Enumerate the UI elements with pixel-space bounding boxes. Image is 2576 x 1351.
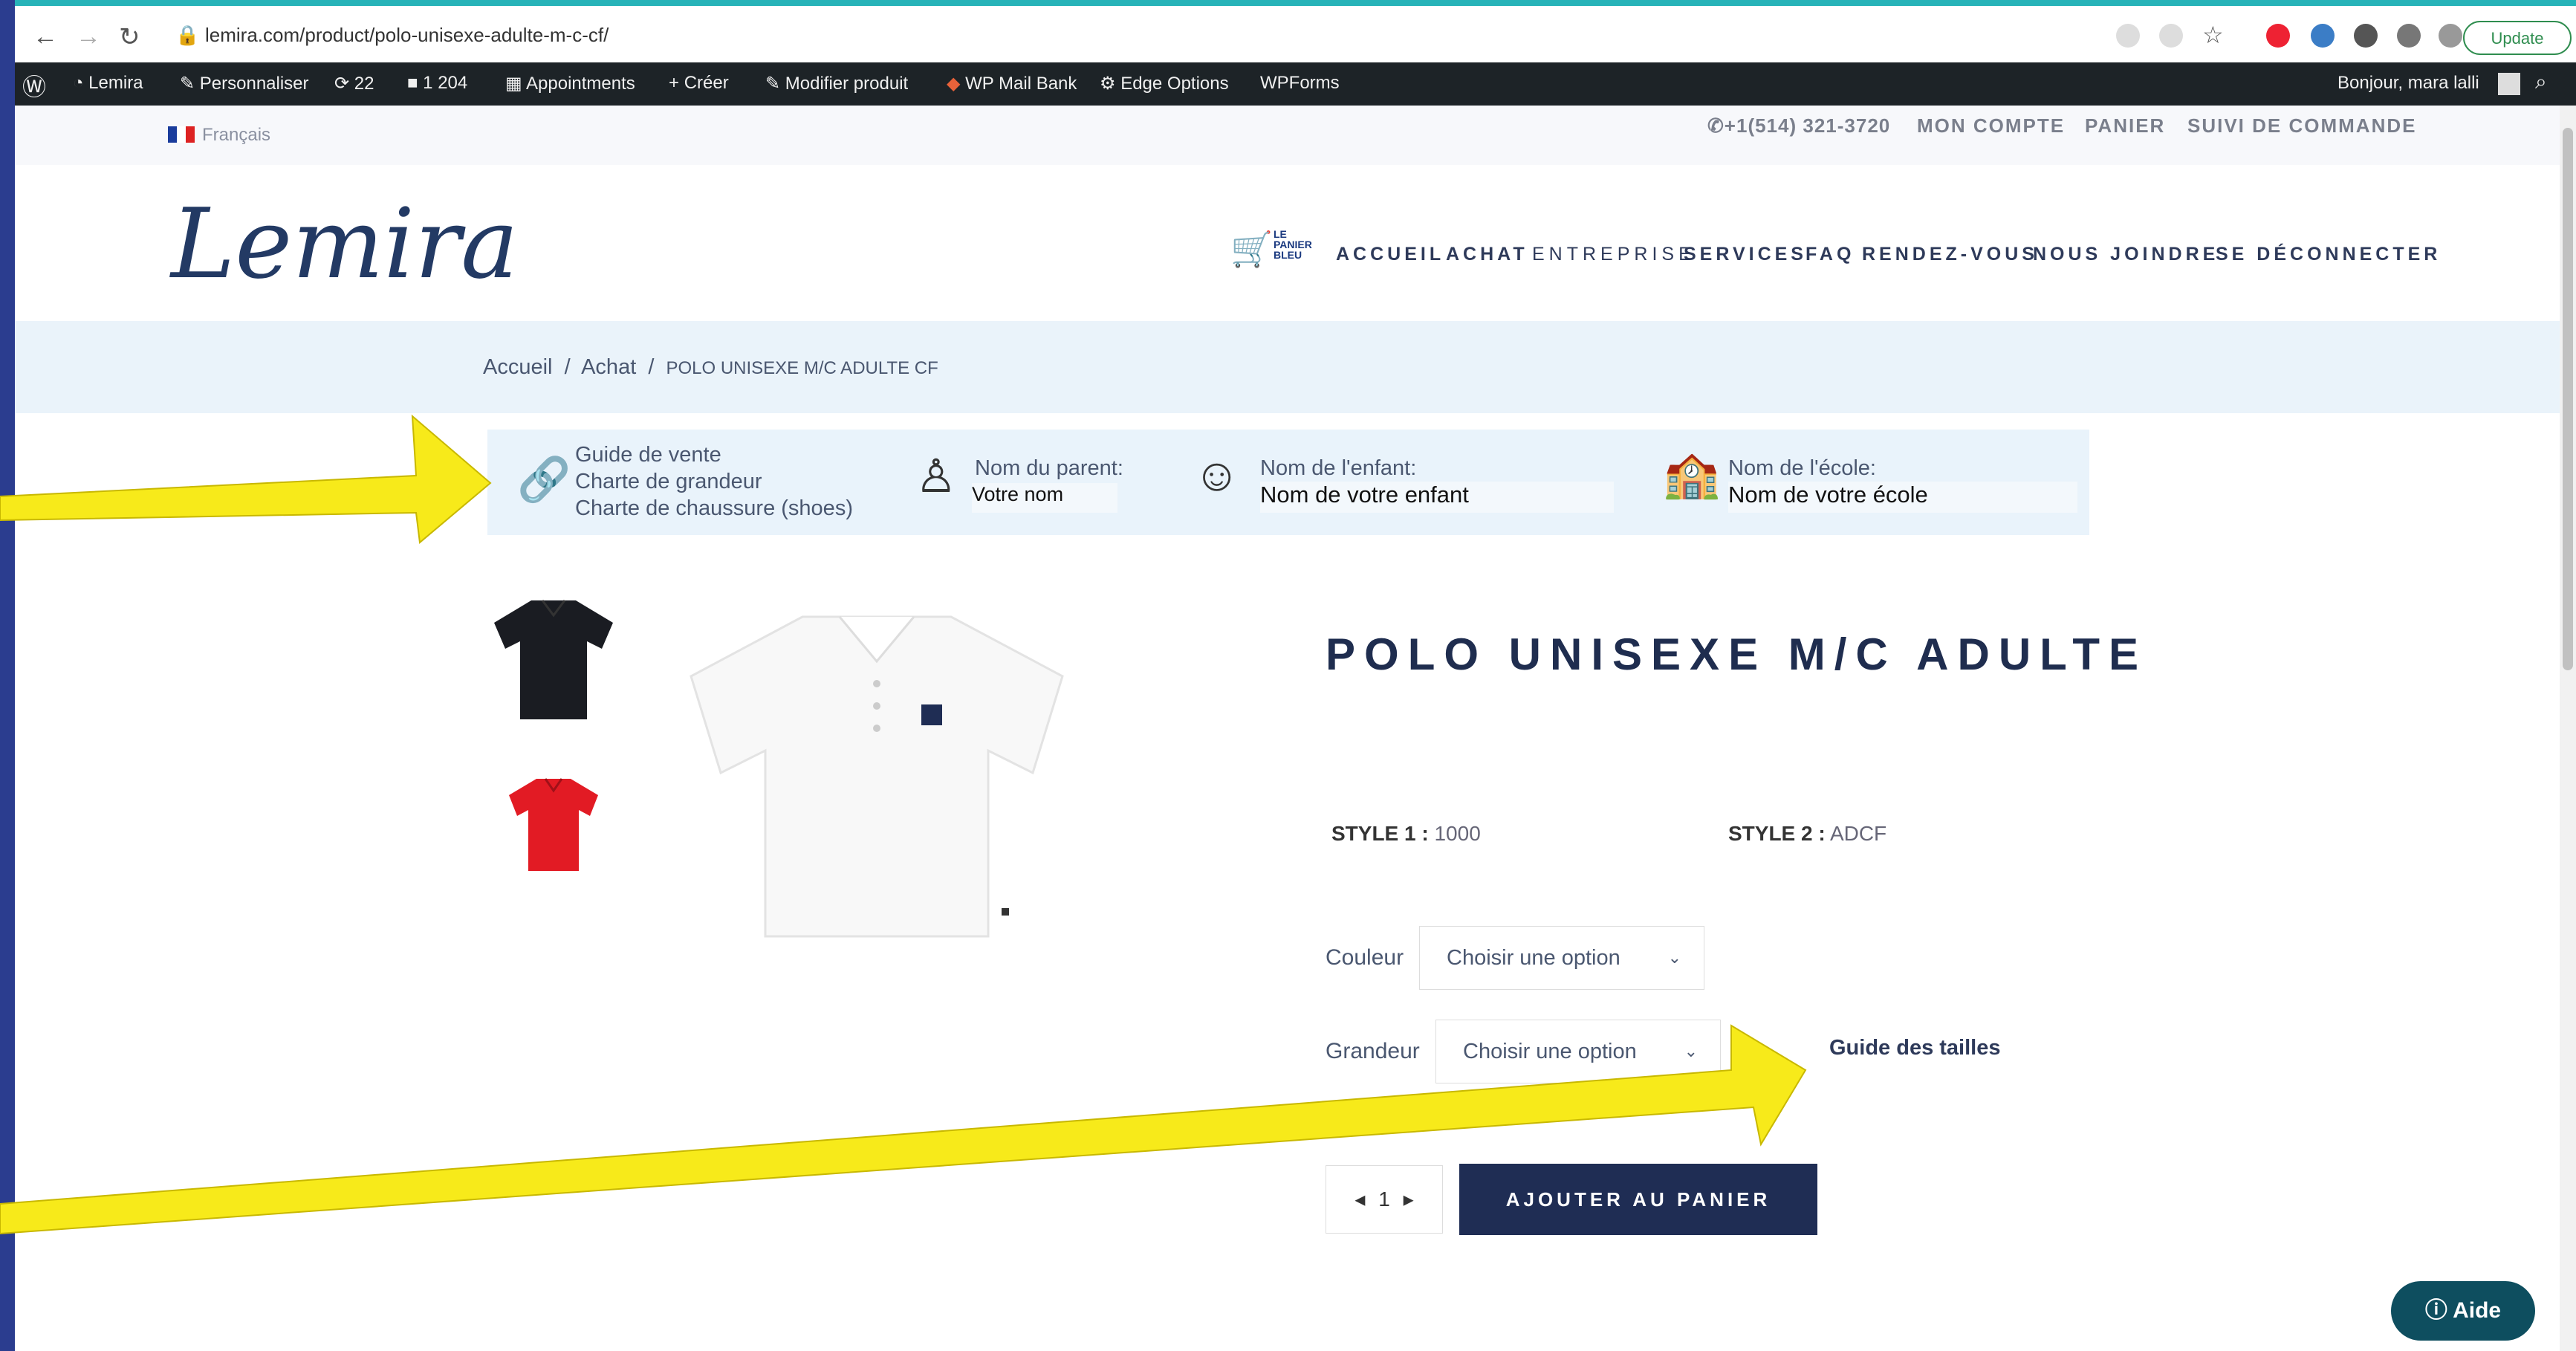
annotation-arrow-bottom [0,1024,1807,1235]
annotation-arrows [0,414,1807,1235]
annotation-arrow-top [0,414,492,544]
